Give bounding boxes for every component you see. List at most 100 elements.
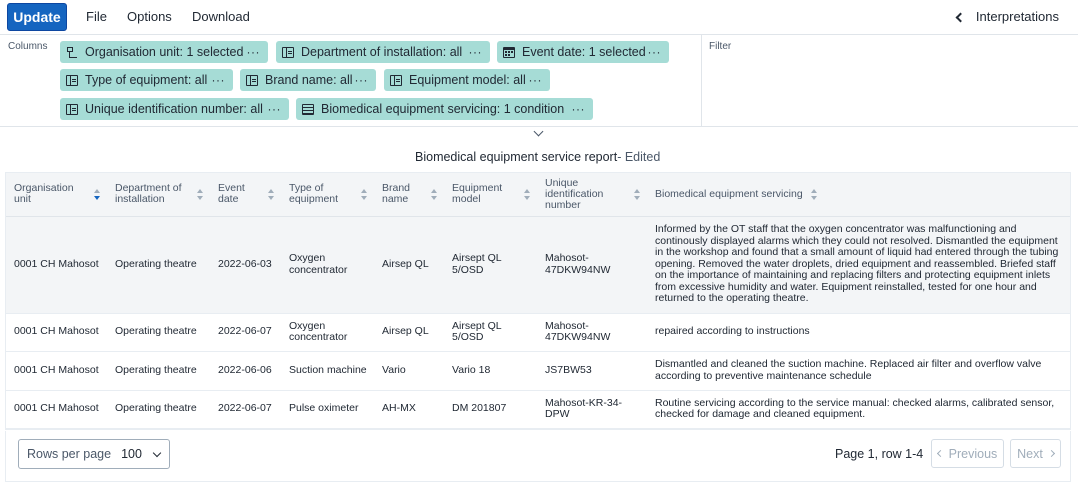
file-menu[interactable]: File — [86, 9, 107, 24]
next-page-button[interactable]: Next — [1010, 439, 1061, 468]
options-menu[interactable]: Options — [127, 9, 172, 24]
chip-label: Unique identification number: all — [85, 102, 263, 116]
pagination-bar: Rows per page 100 Page 1, row 1-4 Previo… — [5, 431, 1071, 482]
table-cell: Operating theatre — [107, 216, 210, 314]
calendar-icon — [503, 46, 515, 58]
edited-indicator: - Edited — [617, 150, 661, 164]
chip-event-date[interactable]: Event date: 1 selected ··· — [497, 41, 669, 63]
line-list-table: Organisation unit Department of installa… — [5, 172, 1071, 430]
sort-icon — [810, 188, 818, 200]
table-cell: 2022-06-07 — [210, 390, 281, 429]
sort-icon — [197, 188, 204, 200]
app-root: Update File Options Download Interpretat… — [0, 0, 1078, 482]
chip-menu-icon[interactable]: ··· — [572, 102, 586, 116]
rows-per-page-select[interactable]: Rows per page 100 — [18, 439, 170, 469]
sort-icon — [431, 188, 438, 200]
table-cell: Oxygen concentrator — [281, 313, 374, 352]
table-row[interactable]: 0001 CH Mahosot Operating theatre 2022-0… — [6, 390, 1070, 429]
chevron-left-icon — [936, 449, 944, 458]
previous-page-button[interactable]: Previous — [931, 439, 1004, 468]
table-cell: Vario — [374, 351, 444, 391]
chip-menu-icon[interactable]: ··· — [355, 73, 369, 87]
table-cell: Dismantled and cleaned the suction machi… — [647, 351, 1070, 391]
sort-icon — [361, 188, 368, 200]
list-icon — [302, 103, 314, 115]
header-biomedical-equipment-servicing[interactable]: Biomedical equipment servicing — [647, 173, 1070, 217]
table-cell: Operating theatre — [107, 351, 210, 391]
collapse-layout-chevron-icon[interactable] — [533, 126, 544, 137]
table-cell: 2022-06-03 — [210, 216, 281, 314]
chip-type-of-equipment[interactable]: Type of equipment: all ··· — [60, 69, 233, 91]
visualization-title: Biomedical equipment service report - Ed… — [409, 147, 667, 167]
chip-label: Biomedical equipment servicing: 1 condit… — [321, 102, 565, 116]
update-button[interactable]: Update — [7, 3, 67, 31]
table-cell: Vario 18 — [444, 351, 537, 391]
chevron-left-icon — [955, 12, 966, 22]
title-text: Biomedical equipment service report — [415, 150, 618, 164]
chip-label: Brand name: all — [265, 73, 353, 87]
sort-icon — [524, 188, 531, 200]
dimension-icon — [246, 74, 258, 86]
chip-label: Event date: 1 selected — [522, 45, 646, 59]
chevron-right-icon — [1047, 449, 1055, 458]
interpretations-toggle[interactable]: Interpretations — [955, 9, 1059, 24]
chip-label: Organisation unit: 1 selected — [85, 45, 244, 59]
table-cell: Airsep QL — [374, 313, 444, 352]
chip-menu-icon[interactable]: ··· — [247, 45, 261, 59]
sort-icon — [634, 188, 641, 200]
table-cell: Mahosot-47DKW94NW — [537, 216, 647, 314]
header-equipment-model[interactable]: Equipment model — [444, 173, 537, 217]
table-row[interactable]: 0001 CH Mahosot Operating theatre 2022-0… — [6, 351, 1070, 391]
table-cell: Mahosot-47DKW94NW — [537, 313, 647, 352]
table-cell: Operating theatre — [107, 313, 210, 352]
table-cell: Airsep QL — [374, 216, 444, 314]
chip-unique-identification-number[interactable]: Unique identification number: all ··· — [60, 98, 289, 120]
table-row[interactable]: 0001 CH Mahosot Operating theatre 2022-0… — [6, 216, 1070, 314]
chip-organisation-unit[interactable]: Organisation unit: 1 selected ··· — [60, 41, 268, 63]
dimension-icon — [66, 74, 78, 86]
sort-descending-icon — [94, 188, 101, 200]
chip-menu-icon[interactable]: ··· — [268, 102, 282, 116]
header-unique-identification-number[interactable]: Unique identification number — [537, 173, 647, 217]
table-cell: Oxygen concentrator — [281, 216, 374, 314]
page-info: Page 1, row 1-4 — [835, 447, 924, 461]
table-cell: 0001 CH Mahosot — [6, 313, 107, 352]
table-cell: Suction machine — [281, 351, 374, 391]
rows-per-page-value: 100 — [121, 447, 142, 461]
download-menu[interactable]: Download — [192, 9, 250, 24]
table-cell: Airsept QL 5/OSD — [444, 216, 537, 314]
table-cell: 0001 CH Mahosot — [6, 216, 107, 314]
chip-menu-icon[interactable]: ··· — [529, 73, 543, 87]
chip-equipment-model[interactable]: Equipment model: all ··· — [384, 69, 550, 91]
table-cell: JS7BW53 — [537, 351, 647, 391]
chip-label: Type of equipment: all — [85, 73, 208, 87]
header-brand-name[interactable]: Brand name — [374, 173, 444, 217]
table-row[interactable]: 0001 CH Mahosot Operating theatre 2022-0… — [6, 313, 1070, 352]
dimension-icon — [390, 74, 402, 86]
sort-icon — [268, 188, 275, 200]
org-unit-tree-icon — [66, 46, 78, 58]
header-organisation-unit[interactable]: Organisation unit — [6, 173, 107, 217]
header-event-date[interactable]: Event date — [210, 173, 281, 217]
chip-brand-name[interactable]: Brand name: all ··· — [240, 69, 376, 91]
filter-axis-label: Filter — [709, 41, 732, 52]
chip-biomedical-equipment-servicing[interactable]: Biomedical equipment servicing: 1 condit… — [296, 98, 593, 120]
header-department-of-installation[interactable]: Department of installation — [107, 173, 210, 217]
layout-panel: Columns Organisation unit: 1 selected ··… — [0, 35, 1078, 127]
chip-department-of-installation[interactable]: Department of installation: all ··· — [276, 41, 490, 63]
chip-menu-icon[interactable]: ··· — [212, 73, 226, 87]
table-cell: AH-MX — [374, 390, 444, 429]
chevron-down-icon — [152, 448, 162, 457]
rows-per-page-label: Rows per page — [27, 447, 112, 461]
table-cell: Operating theatre — [107, 390, 210, 429]
table-cell: 0001 CH Mahosot — [6, 390, 107, 429]
table-cell: DM 201807 — [444, 390, 537, 429]
interpretations-label: Interpretations — [975, 9, 1059, 24]
chip-menu-icon[interactable]: ··· — [648, 45, 662, 59]
table-cell: 2022-06-07 — [210, 313, 281, 352]
table-cell: Airsept QL 5/OSD — [444, 313, 537, 352]
filter-panel[interactable]: Filter — [701, 35, 1078, 127]
chip-menu-icon[interactable]: ··· — [469, 45, 483, 59]
header-type-of-equipment[interactable]: Type of equipment — [281, 173, 374, 217]
dimension-icon — [66, 103, 78, 115]
